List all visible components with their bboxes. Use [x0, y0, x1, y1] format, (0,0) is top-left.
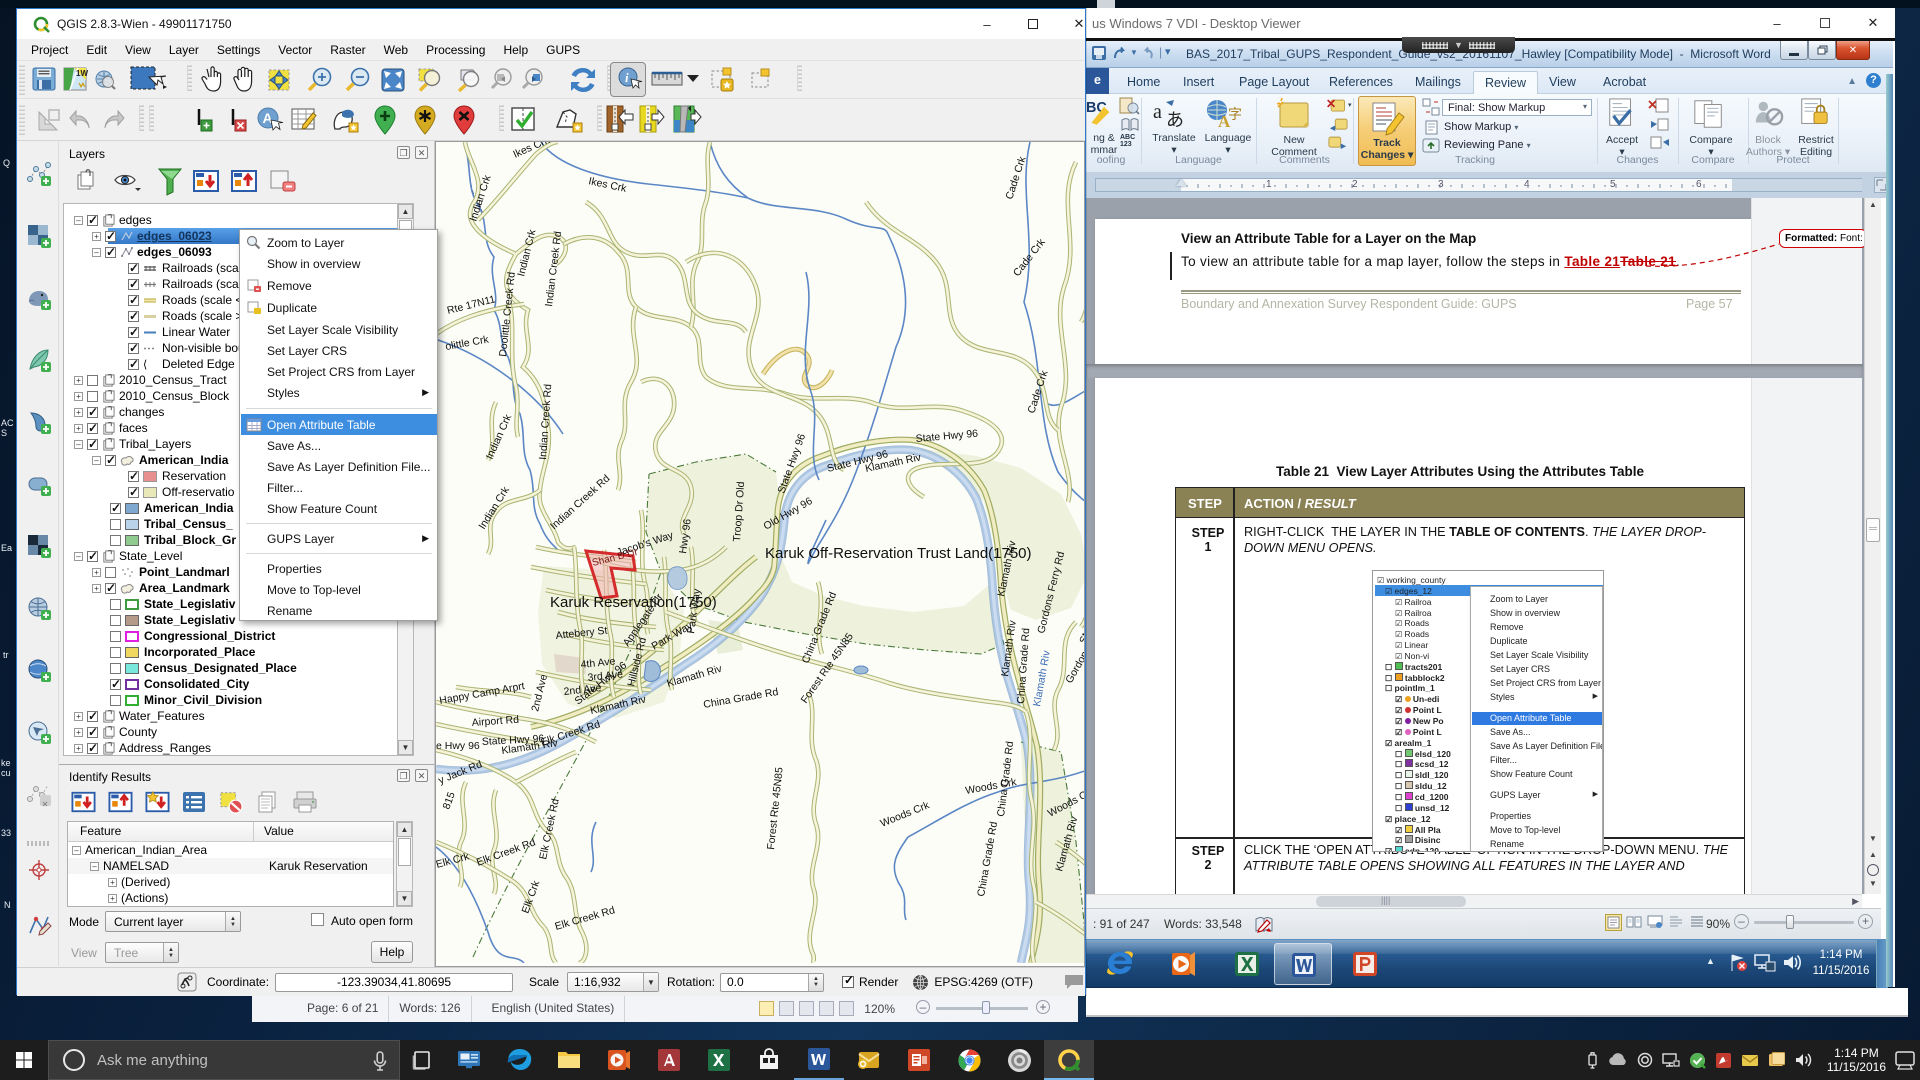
svg-text:1W: 1W	[76, 69, 88, 78]
svg-text:Karuk Off-Reservation Trust La: Karuk Off-Reservation Trust Land(1750)	[765, 545, 1032, 562]
svg-text:e Hwy 96: e Hwy 96	[436, 740, 480, 752]
svg-text:i: i	[625, 70, 629, 85]
svg-text:あ: あ	[1166, 110, 1184, 130]
svg-text:字: 字	[1228, 106, 1242, 122]
svg-text:A: A	[263, 110, 273, 126]
svg-text:a: a	[1153, 101, 1162, 123]
